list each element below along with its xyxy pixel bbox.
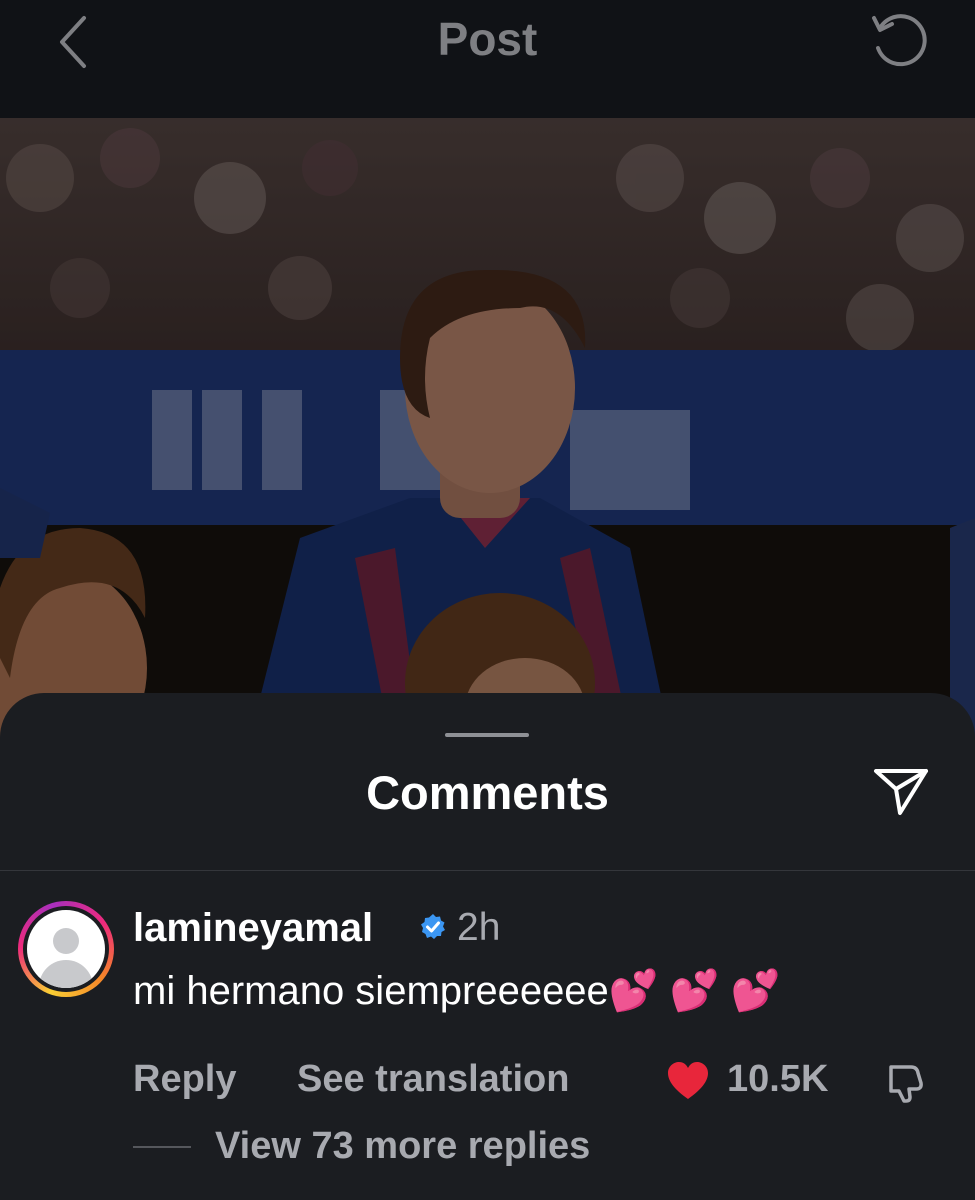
comments-sheet: Comments lamineyamal 2h mi hermano siemp… — [0, 693, 975, 1200]
refresh-icon — [872, 14, 927, 67]
like-count: 10.5K — [727, 1058, 829, 1100]
avatar-story-ring[interactable] — [18, 901, 114, 997]
post-photo[interactable] — [0, 118, 975, 738]
reply-button[interactable]: Reply — [133, 1051, 236, 1107]
top-bar: Post — [0, 0, 975, 118]
divider — [0, 870, 975, 871]
comment-text: mi hermano siempreeeeee💕 💕 💕 — [133, 969, 781, 1013]
avatar — [27, 910, 105, 988]
view-replies-row[interactable]: View 73 more replies — [133, 1118, 833, 1174]
heart-icon — [668, 1062, 708, 1099]
avatar-body — [39, 960, 93, 988]
comments-title: Comments — [366, 766, 609, 819]
comment-item: lamineyamal 2h mi hermano siempreeeeee💕 … — [0, 893, 975, 1193]
share-button[interactable] — [870, 763, 932, 819]
refresh-button[interactable] — [868, 10, 932, 72]
like-button[interactable] — [666, 1061, 710, 1101]
comment-time: 2h — [457, 906, 501, 949]
dislike-button[interactable] — [883, 1061, 927, 1105]
view-more-replies-button[interactable]: View 73 more replies — [215, 1118, 590, 1174]
comment-actions: Reply See translation 10.5K — [133, 1051, 953, 1111]
see-translation-button[interactable]: See translation — [297, 1051, 569, 1107]
verified-badge-icon — [421, 914, 445, 939]
comment-username[interactable]: lamineyamal — [133, 903, 373, 953]
avatar-head — [53, 928, 79, 954]
sheet-grabber[interactable] — [445, 733, 529, 737]
page-title: Post — [437, 13, 538, 65]
thumbs-down-icon — [889, 1065, 923, 1103]
replies-line — [133, 1146, 191, 1148]
send-icon — [874, 769, 928, 815]
